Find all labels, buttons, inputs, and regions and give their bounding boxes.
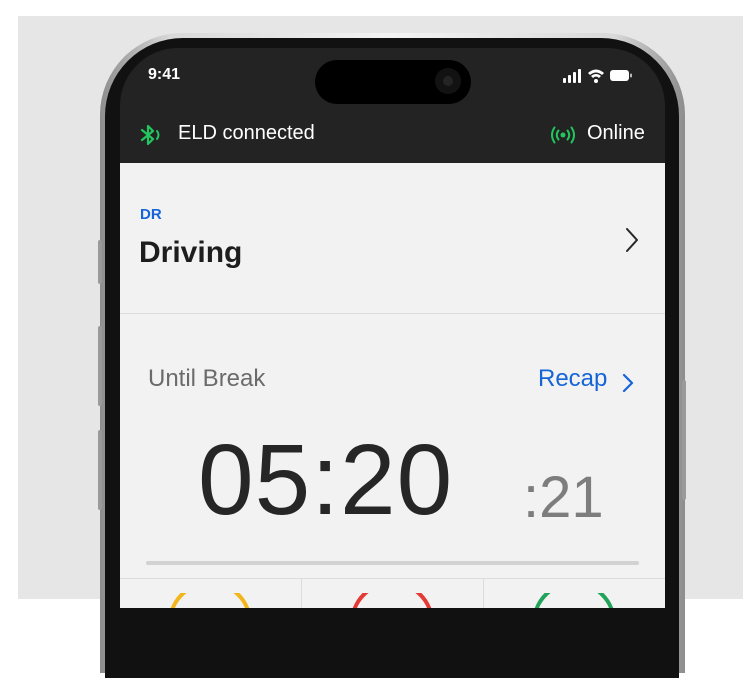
gauge-arc-red [352,593,432,608]
power-button [682,380,686,500]
battery-icon [610,70,632,81]
break-progress-track [146,561,639,565]
volume-down-button [98,430,102,510]
network-status-label: Online [587,122,645,144]
wifi-icon [588,69,604,83]
status-bar: 9:41 [120,48,665,104]
camera-icon [435,68,461,94]
eld-status-label: ELD connected [178,122,315,144]
duty-status-title: Driving [139,236,243,269]
recap-chevron-icon[interactable] [622,373,634,393]
duty-status-row[interactable]: DR Driving [120,163,665,313]
gauge-separator [301,579,302,608]
connection-bar: ELD connected Online [120,108,665,163]
recap-link[interactable]: Recap [538,365,607,393]
section-divider [120,313,665,314]
phone-screen: 9:41 ELD connected Online DR Driving Unt… [120,48,665,608]
system-status-icons [563,69,632,83]
gauge-arc-yellow [170,593,250,608]
status-time: 9:41 [148,66,181,83]
main-content: DR Driving Until Break Recap 05:20 :21 [120,163,665,608]
signal-bars-icon [563,69,581,83]
break-timer-value: 05:20 [198,424,454,536]
online-signal-icon [551,126,575,144]
duty-status-code: DR [140,206,162,223]
action-button [98,240,102,284]
volume-up-button [98,326,102,406]
gauge-arc-green [534,593,614,608]
until-break-label: Until Break [148,365,266,392]
gauge-separator [483,579,484,608]
bluetooth-icon [140,124,160,146]
chevron-right-icon [626,228,638,252]
gauge-row [120,578,665,608]
break-timer-seconds: :21 [523,465,604,530]
